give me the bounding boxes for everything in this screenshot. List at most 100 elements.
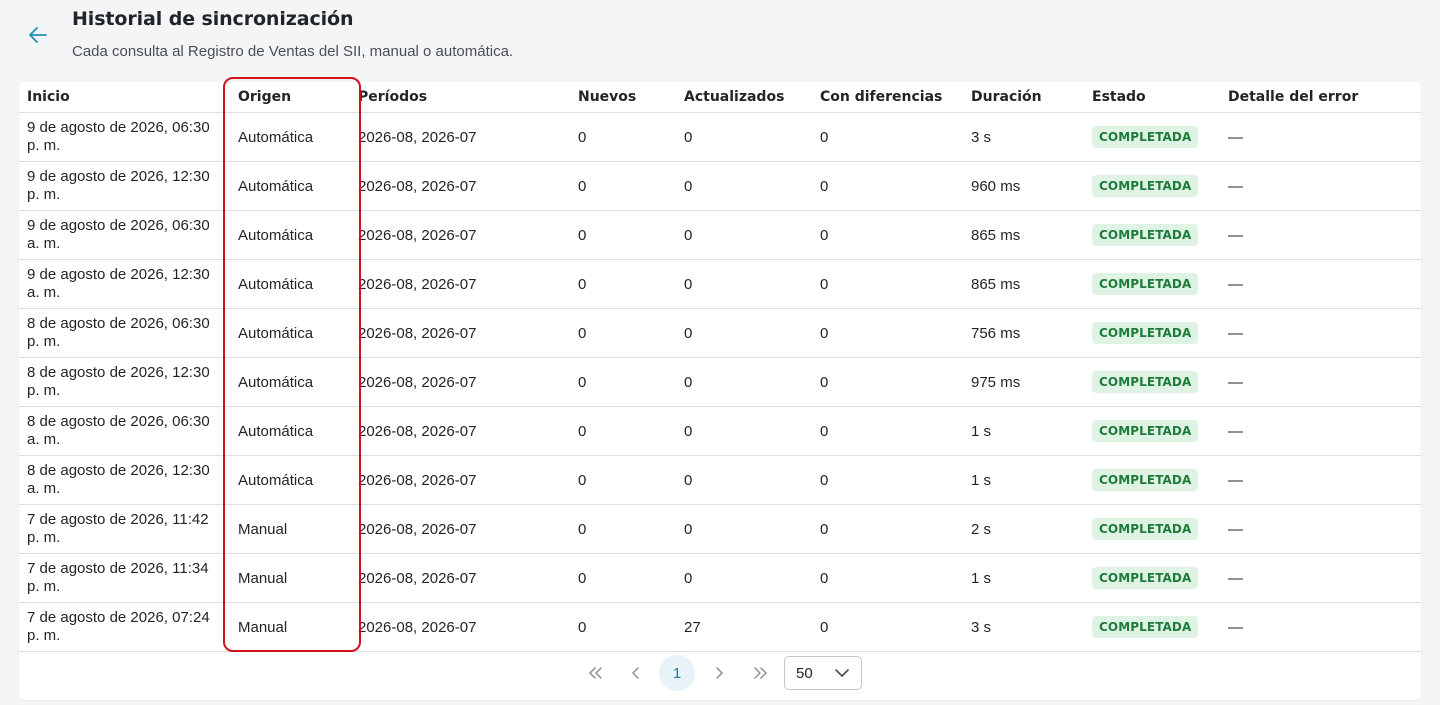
table-row[interactable]: 9 de agosto de 2026, 06:30 p. m. Automát…: [19, 112, 1421, 162]
cell-duracion: 1 s: [963, 455, 1084, 505]
table-body: 9 de agosto de 2026, 06:30 p. m. Automát…: [19, 112, 1421, 652]
table-row[interactable]: 9 de agosto de 2026, 06:30 a. m. Automát…: [19, 210, 1421, 260]
table-header-row: Inicio Origen Períodos Nuevos Actualizad…: [19, 82, 1421, 113]
cell-estado: COMPLETADA: [1084, 455, 1220, 505]
cell-estado: COMPLETADA: [1084, 553, 1220, 603]
cell-con-diferencias: 0: [812, 210, 963, 260]
status-badge: COMPLETADA: [1092, 420, 1199, 442]
table-row[interactable]: 7 de agosto de 2026, 07:24 p. m. Manual …: [19, 602, 1421, 652]
cell-con-diferencias: 0: [812, 112, 963, 162]
table-row[interactable]: 9 de agosto de 2026, 12:30 a. m. Automát…: [19, 259, 1421, 309]
column-header-duracion[interactable]: Duración: [963, 82, 1084, 113]
cell-detalle-error: —: [1220, 553, 1421, 603]
previous-page-button[interactable]: [618, 655, 654, 691]
sync-history-card: Inicio Origen Períodos Nuevos Actualizad…: [19, 82, 1421, 700]
cell-origen: Manual: [226, 504, 356, 554]
cell-estado: COMPLETADA: [1084, 210, 1220, 260]
cell-actualizados: 0: [676, 357, 812, 407]
cell-inicio: 7 de agosto de 2026, 11:42 p. m.: [19, 504, 226, 554]
column-header-actualizados[interactable]: Actualizados: [676, 82, 812, 113]
cell-detalle-error: —: [1220, 406, 1421, 456]
cell-nuevos: 0: [570, 553, 676, 603]
column-header-con-diferencias[interactable]: Con diferencias: [812, 82, 963, 113]
table-row[interactable]: 9 de agosto de 2026, 12:30 p. m. Automát…: [19, 161, 1421, 211]
cell-detalle-error: —: [1220, 259, 1421, 309]
status-badge: COMPLETADA: [1092, 175, 1199, 197]
rows-per-page-value: 50: [796, 664, 813, 682]
cell-actualizados: 0: [676, 112, 812, 162]
column-header-periodos[interactable]: Períodos: [356, 82, 570, 113]
page-header: Historial de sincronización Cada consult…: [0, 0, 1440, 80]
cell-nuevos: 0: [570, 357, 676, 407]
cell-estado: COMPLETADA: [1084, 112, 1220, 162]
first-page-button[interactable]: [577, 655, 613, 691]
cell-origen: Automática: [226, 308, 356, 358]
table-row[interactable]: 7 de agosto de 2026, 11:42 p. m. Manual …: [19, 504, 1421, 554]
table-row[interactable]: 8 de agosto de 2026, 12:30 a. m. Automát…: [19, 455, 1421, 505]
status-badge: COMPLETADA: [1092, 273, 1199, 295]
cell-detalle-error: —: [1220, 504, 1421, 554]
cell-detalle-error: —: [1220, 455, 1421, 505]
status-badge: COMPLETADA: [1092, 371, 1199, 393]
cell-con-diferencias: 0: [812, 553, 963, 603]
table-row[interactable]: 8 de agosto de 2026, 06:30 a. m. Automát…: [19, 406, 1421, 456]
table-row[interactable]: 7 de agosto de 2026, 11:34 p. m. Manual …: [19, 553, 1421, 603]
status-badge: COMPLETADA: [1092, 567, 1199, 589]
cell-periodos: 2026-08, 2026-07: [356, 406, 570, 456]
next-page-button[interactable]: [701, 655, 737, 691]
table-row[interactable]: 8 de agosto de 2026, 06:30 p. m. Automát…: [19, 308, 1421, 358]
column-header-inicio[interactable]: Inicio: [19, 82, 226, 113]
cell-inicio: 8 de agosto de 2026, 12:30 a. m.: [19, 455, 226, 505]
cell-nuevos: 0: [570, 406, 676, 456]
cell-con-diferencias: 0: [812, 504, 963, 554]
cell-periodos: 2026-08, 2026-07: [356, 308, 570, 358]
chevron-left-icon: [632, 667, 639, 679]
cell-actualizados: 0: [676, 259, 812, 309]
cell-origen: Manual: [226, 553, 356, 603]
last-page-button[interactable]: [743, 655, 779, 691]
cell-nuevos: 0: [570, 210, 676, 260]
column-header-estado[interactable]: Estado: [1084, 82, 1220, 113]
cell-origen: Automática: [226, 455, 356, 505]
cell-nuevos: 0: [570, 308, 676, 358]
rows-per-page-select[interactable]: 50: [784, 656, 862, 690]
cell-estado: COMPLETADA: [1084, 504, 1220, 554]
column-header-origen[interactable]: Origen: [226, 82, 356, 113]
cell-estado: COMPLETADA: [1084, 259, 1220, 309]
cell-con-diferencias: 0: [812, 259, 963, 309]
double-chevron-right-icon: [754, 667, 767, 679]
cell-detalle-error: —: [1220, 308, 1421, 358]
double-chevron-left-icon: [589, 667, 602, 679]
page-subtitle: Cada consulta al Registro de Ventas del …: [72, 43, 514, 60]
column-header-detalle-error[interactable]: Detalle del error: [1220, 82, 1421, 113]
cell-detalle-error: —: [1220, 112, 1421, 162]
status-badge: COMPLETADA: [1092, 126, 1199, 148]
cell-periodos: 2026-08, 2026-07: [356, 553, 570, 603]
cell-duracion: 865 ms: [963, 259, 1084, 309]
chevron-down-icon: [835, 669, 849, 677]
cell-duracion: 2 s: [963, 504, 1084, 554]
cell-nuevos: 0: [570, 455, 676, 505]
column-header-nuevos[interactable]: Nuevos: [570, 82, 676, 113]
cell-periodos: 2026-08, 2026-07: [356, 602, 570, 652]
cell-origen: Automática: [226, 406, 356, 456]
cell-inicio: 8 de agosto de 2026, 12:30 p. m.: [19, 357, 226, 407]
table-row[interactable]: 8 de agosto de 2026, 12:30 p. m. Automát…: [19, 357, 1421, 407]
cell-inicio: 8 de agosto de 2026, 06:30 a. m.: [19, 406, 226, 456]
back-button[interactable]: [24, 22, 52, 48]
cell-estado: COMPLETADA: [1084, 406, 1220, 456]
cell-origen: Automática: [226, 161, 356, 211]
cell-duracion: 960 ms: [963, 161, 1084, 211]
cell-actualizados: 0: [676, 210, 812, 260]
cell-origen: Automática: [226, 259, 356, 309]
status-badge: COMPLETADA: [1092, 224, 1199, 246]
cell-periodos: 2026-08, 2026-07: [356, 504, 570, 554]
cell-inicio: 9 de agosto de 2026, 12:30 a. m.: [19, 259, 226, 309]
status-badge: COMPLETADA: [1092, 322, 1199, 344]
current-page-button[interactable]: 1: [659, 655, 695, 691]
cell-actualizados: 0: [676, 161, 812, 211]
cell-con-diferencias: 0: [812, 357, 963, 407]
cell-actualizados: 0: [676, 553, 812, 603]
status-badge: COMPLETADA: [1092, 469, 1199, 491]
cell-duracion: 3 s: [963, 112, 1084, 162]
